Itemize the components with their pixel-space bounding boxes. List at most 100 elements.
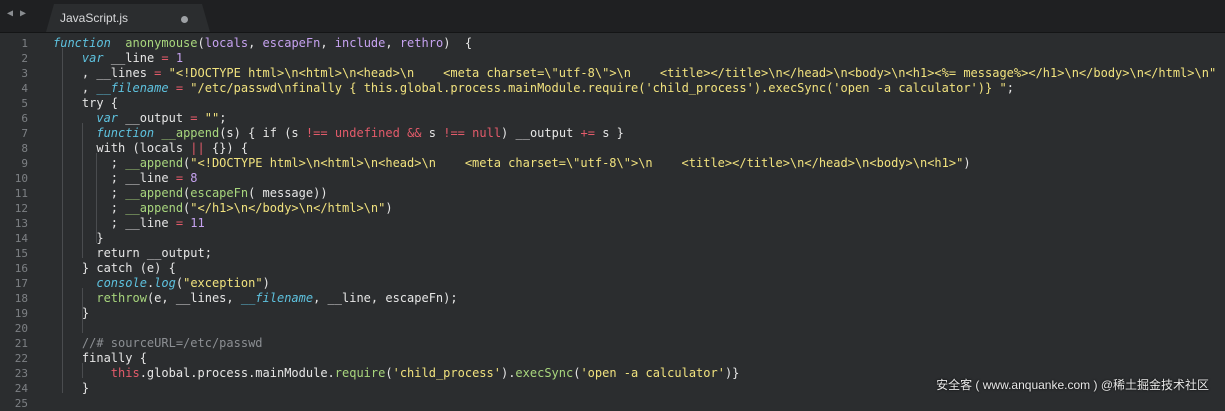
code-text[interactable]: try { <box>53 96 118 111</box>
code-token: ) __output <box>501 126 581 140</box>
line-number: 18 <box>14 292 28 305</box>
code-text[interactable]: var __output = ""; <box>53 111 226 126</box>
code-token: rethro <box>399 36 444 50</box>
code-token: ) <box>262 276 270 290</box>
code-line: 19 } <box>0 306 1225 321</box>
code-token: this <box>110 366 140 380</box>
line-number: 21 <box>14 337 28 350</box>
code-token: __append <box>125 156 184 170</box>
code-text[interactable]: } <box>53 306 89 321</box>
code-text[interactable]: console.log("exception") <box>53 276 270 291</box>
code-token: = <box>175 81 184 95</box>
code-token: = <box>175 171 184 185</box>
code-text[interactable]: var __line = 1 <box>53 51 183 66</box>
code-line: 16 } catch (e) { <box>0 261 1225 276</box>
line-number: 16 <box>14 262 28 275</box>
code-token: , <box>320 36 335 50</box>
code-text[interactable]: finally { <box>53 351 147 366</box>
code-token: locals <box>204 36 249 50</box>
line-number: 3 <box>21 67 28 80</box>
line-number: 22 <box>14 352 28 365</box>
code-text[interactable]: } catch (e) { <box>53 261 176 276</box>
code-token: __line <box>103 51 162 65</box>
code-text[interactable]: function anonymouse(locals, escapeFn, in… <box>53 36 472 51</box>
code-token: (e, __lines, <box>146 291 241 305</box>
code-token: (s) { if (s <box>219 126 306 140</box>
code-token: , __line, escapeFn); <box>313 291 458 305</box>
code-token: ). <box>500 366 516 380</box>
code-text[interactable]: rethrow(e, __lines, __filename, __line, … <box>53 291 458 306</box>
code-text[interactable]: , __filename = "/etc/passwd\nfinally { t… <box>53 81 1014 96</box>
code-line: 18 rethrow(e, __lines, __filename, __lin… <box>0 291 1225 306</box>
code-text[interactable]: } <box>53 381 89 396</box>
tab-javascript-js[interactable]: JavaScript.js <box>46 4 210 32</box>
code-token: function <box>96 126 155 140</box>
line-number: 15 <box>14 247 28 260</box>
code-token: , <box>385 36 400 50</box>
code-line: 6 var __output = ""; <box>0 111 1225 126</box>
code-token: "<!DOCTYPE html>\n<html>\n<head>\n <meta… <box>190 156 964 170</box>
code-token: = <box>161 51 169 65</box>
code-token: function <box>53 36 111 50</box>
code-line: 25 <box>0 396 1225 411</box>
code-text[interactable]: this.global.process.mainModule.require('… <box>53 366 740 381</box>
code-token: ; <box>53 201 126 215</box>
code-line: 4 , __filename = "/etc/passwd\nfinally {… <box>0 81 1225 96</box>
code-text[interactable]: ; __append("<!DOCTYPE html>\n<html>\n<he… <box>53 156 971 171</box>
code-token: } <box>53 231 104 245</box>
code-line: 22 finally { <box>0 351 1225 366</box>
tab-title: JavaScript.js <box>60 11 129 25</box>
code-token: = <box>175 216 184 230</box>
code-text[interactable]: , __lines = "<!DOCTYPE html>\n<html>\n<h… <box>53 66 1216 81</box>
code-token: , <box>248 36 263 50</box>
code-token: ) <box>385 201 393 215</box>
code-token: !== <box>305 126 328 140</box>
code-token: 'open -a calculator' <box>580 366 725 380</box>
line-number: 2 <box>21 52 28 65</box>
code-token: 8 <box>183 171 198 185</box>
line-number: 25 <box>14 397 28 410</box>
code-token: s } <box>594 126 624 140</box>
line-number: 8 <box>21 142 28 155</box>
code-token: s <box>421 126 444 140</box>
code-text[interactable]: return __output; <box>53 246 212 261</box>
code-token: with (locals <box>53 141 191 155</box>
code-token: var <box>81 51 104 65</box>
code-token: {}) { <box>204 141 249 155</box>
code-token: "" <box>197 111 220 125</box>
code-line: 12 ; __append("</h1>\n</body>\n</html>\n… <box>0 201 1225 216</box>
code-text[interactable]: function __append(s) { if (s !== undefin… <box>53 126 624 141</box>
code-line: 15 return __output; <box>0 246 1225 261</box>
forward-arrow-icon[interactable]: ▶ <box>20 8 26 19</box>
line-number: 14 <box>14 232 28 245</box>
code-text[interactable]: ; __line = 8 <box>53 171 198 186</box>
code-editor[interactable]: 1 function anonymouse(locals, escapeFn, i… <box>0 33 1225 410</box>
code-token: .global.process.mainModule. <box>139 366 335 380</box>
code-token: !== <box>443 126 465 140</box>
unsaved-dot-icon[interactable] <box>181 16 188 23</box>
code-text[interactable]: ; __append("</h1>\n</body>\n</html>\n") <box>53 201 393 216</box>
code-token: 11 <box>183 216 205 230</box>
code-line: 14 } <box>0 231 1225 246</box>
code-text[interactable]: with (locals || {}) { <box>53 141 248 156</box>
line-number: 11 <box>14 187 28 200</box>
code-token: var <box>96 111 119 125</box>
back-arrow-icon[interactable]: ◀ <box>7 8 13 19</box>
code-token: 1 <box>168 51 184 65</box>
code-token: ; __line <box>53 216 176 230</box>
code-token: } catch (e) { <box>53 261 176 275</box>
code-token: escapeFn <box>262 36 321 50</box>
code-text[interactable]: ; __append(escapeFn( message)) <box>53 186 328 201</box>
line-number: 4 <box>21 82 28 95</box>
code-text[interactable]: ; __line = 11 <box>53 216 205 231</box>
code-text[interactable]: } <box>53 231 104 246</box>
code-token: } <box>53 306 90 320</box>
code-text[interactable]: //# sourceURL=/etc/passwd <box>53 336 263 351</box>
code-token: ; <box>1006 81 1014 95</box>
code-line: 7 function __append(s) { if (s !== undef… <box>0 126 1225 141</box>
